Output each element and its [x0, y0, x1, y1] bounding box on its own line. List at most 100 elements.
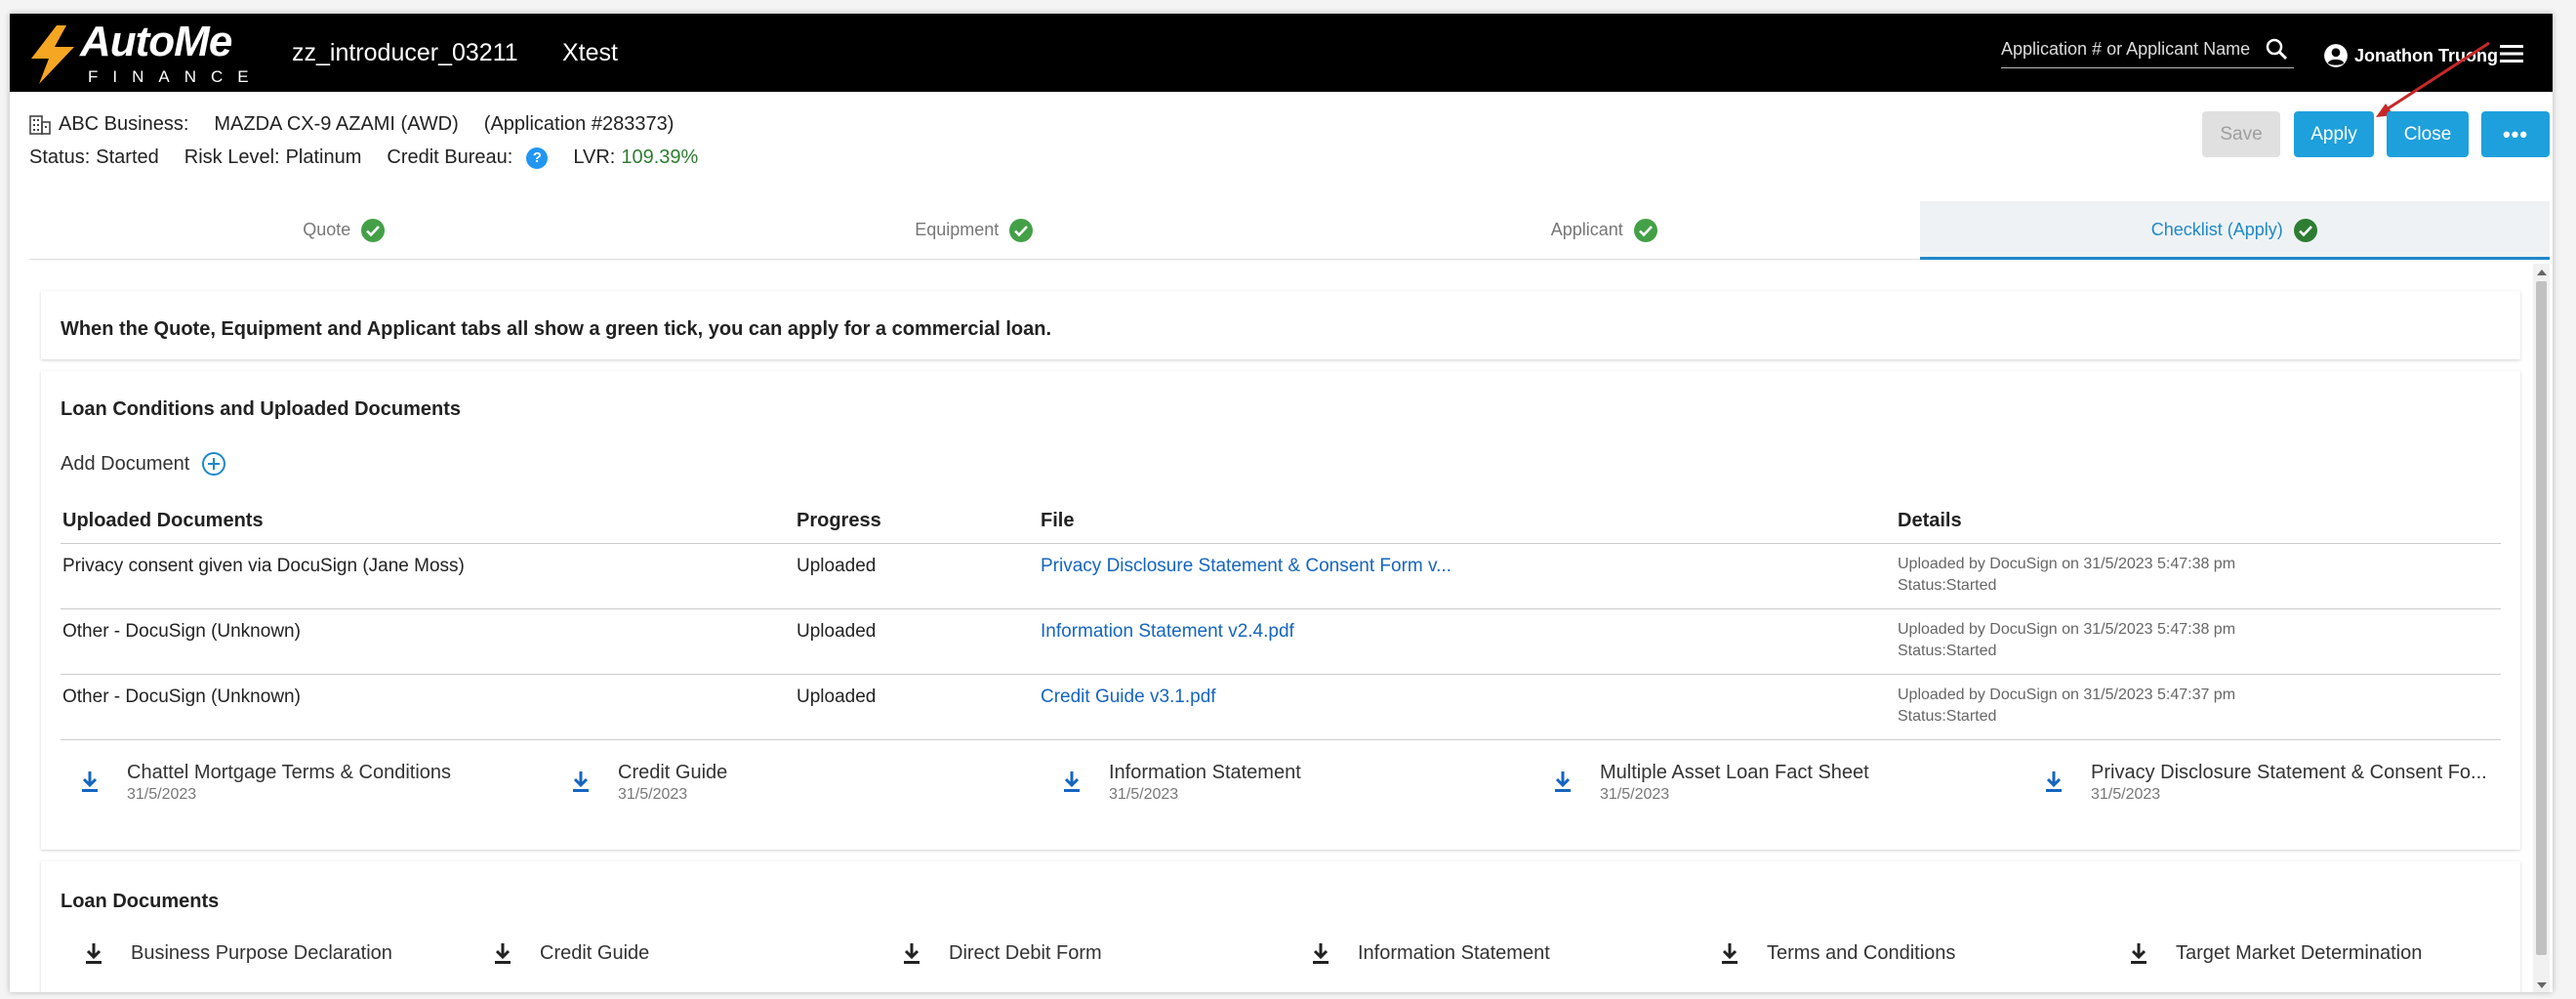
column-header: Progress: [795, 500, 1039, 544]
progress-cell: Uploaded: [795, 674, 1039, 740]
download-icon: [573, 771, 589, 792]
account-circle-icon: [2324, 44, 2348, 67]
column-header: Details: [1896, 500, 2501, 544]
download-icon: [1064, 771, 1080, 792]
search-input[interactable]: [2001, 39, 2257, 60]
check-circle-icon: [1633, 218, 1657, 242]
download-icon: [82, 771, 98, 792]
download-icon: [2131, 943, 2147, 964]
download-icon: [1313, 943, 1329, 964]
apply-button[interactable]: Apply: [2294, 111, 2374, 157]
document-download[interactable]: Information Statement 31/5/2023: [1062, 762, 1301, 804]
add-circle-icon: [202, 452, 226, 476]
section-title: Loan Conditions and Uploaded Documents: [61, 398, 461, 420]
upload-status: Status:Started: [1898, 642, 1997, 659]
introducer-code: zz_introducer_03211: [292, 39, 518, 66]
download-icon: [495, 943, 511, 964]
progress-cell: Uploaded: [795, 608, 1039, 675]
download-icon: [904, 943, 920, 964]
upload-detail: Uploaded by DocuSign on 31/5/2023 5:47:3…: [1898, 620, 2236, 638]
document-cell: Other - DocuSign (Unknown): [61, 674, 795, 740]
intro-card: When the Quote, Equipment and Applicant …: [41, 291, 2520, 359]
document-download[interactable]: Chattel Mortgage Terms & Conditions 31/5/…: [80, 762, 451, 804]
intro-text: When the Quote, Equipment and Applicant …: [61, 318, 1051, 340]
loan-document-download[interactable]: Terms and Conditions: [1720, 941, 1955, 965]
vertical-scrollbar[interactable]: [2533, 264, 2550, 992]
app-window: AutoMe FINANCE zz_introducer_03211 Xtest…: [10, 14, 2553, 992]
uploaded-documents-table: Uploaded Documents Progress File Details…: [61, 500, 2501, 740]
table-row: Other - DocuSign (Unknown) Uploaded Info…: [61, 608, 2501, 675]
loan-document-name: Information Statement: [1358, 941, 1550, 964]
close-button[interactable]: Close: [2387, 111, 2469, 157]
file-link[interactable]: Privacy Disclosure Statement & Consent F…: [1041, 556, 1452, 576]
column-header: Uploaded Documents: [61, 500, 795, 544]
upload-detail: Uploaded by DocuSign on 31/5/2023 5:47:3…: [1898, 555, 2236, 572]
document-name: Privacy Disclosure Statement & Consent F…: [2091, 762, 2487, 783]
business-building-icon: [29, 114, 51, 135]
lvr-value: 109.39%: [621, 146, 699, 168]
add-document-label: Add Document: [61, 452, 190, 475]
generated-documents: Chattel Mortgage Terms & Conditions 31/5/…: [80, 762, 2520, 820]
help-icon[interactable]: ?: [526, 146, 549, 169]
scroll-up-arrow-icon[interactable]: [2537, 270, 2547, 275]
tab-quote[interactable]: Quote: [29, 201, 660, 259]
company-name: Xtest: [562, 39, 618, 66]
progress-cell: Uploaded: [795, 543, 1039, 609]
loan-document-name: Business Purpose Declaration: [131, 941, 392, 964]
download-icon: [86, 943, 102, 964]
tab-label: Checklist (Apply): [2150, 220, 2283, 239]
check-circle-icon: [2293, 218, 2317, 242]
check-circle-icon: [1009, 218, 1034, 242]
file-link[interactable]: Information Statement v2.4.pdf: [1041, 621, 1294, 642]
scroll-down-arrow-icon[interactable]: [2537, 982, 2547, 988]
save-button[interactable]: Save: [2202, 111, 2280, 157]
document-date: 31/5/2023: [2091, 786, 2161, 803]
application-number: (Application #283373): [483, 113, 675, 135]
column-header: File: [1039, 500, 1896, 544]
document-download[interactable]: Privacy Disclosure Statement & Consent F…: [2044, 762, 2487, 804]
loan-document-name: Target Market Determination: [2176, 941, 2423, 964]
user-account[interactable]: Jonathon Truong: [2323, 41, 2498, 70]
tab-label: Equipment: [915, 220, 1000, 239]
tab-checklist-apply[interactable]: Checklist (Apply): [1919, 201, 2550, 260]
document-cell: Privacy consent given via DocuSign (Jane…: [61, 543, 795, 609]
download-icon: [1555, 771, 1571, 792]
file-link[interactable]: Credit Guide v3.1.pdf: [1041, 687, 1216, 707]
document-download[interactable]: Credit Guide 31/5/2023: [571, 762, 727, 804]
document-download[interactable]: Multiple Asset Loan Fact Sheet 31/5/2023: [1553, 762, 1869, 804]
upload-status: Status:Started: [1898, 707, 1997, 725]
risk-label: Risk Level:: [184, 146, 280, 168]
conditions-card: Loan Conditions and Uploaded Documents A…: [41, 371, 2520, 850]
loan-document-download[interactable]: Direct Debit Form: [902, 941, 1102, 965]
status-value: Started: [96, 146, 159, 168]
document-name: Information Statement: [1109, 762, 1301, 783]
document-date: 31/5/2023: [1600, 786, 1670, 803]
loan-document-download[interactable]: Credit Guide: [493, 941, 649, 965]
loan-document-download[interactable]: Business Purpose Declaration: [84, 941, 392, 965]
document-name: Chattel Mortgage Terms & Conditions: [127, 762, 452, 783]
download-icon: [1722, 943, 1738, 964]
automefinance-logo[interactable]: AutoMe FINANCE: [27, 18, 271, 86]
table-row: Privacy consent given via DocuSign (Jane…: [61, 543, 2501, 609]
business-label: ABC Business:: [59, 113, 189, 135]
document-date: 31/5/2023: [1109, 786, 1179, 803]
more-options-button[interactable]: •••: [2481, 111, 2550, 157]
table-header-row: Uploaded Documents Progress File Details: [61, 500, 2501, 544]
loan-document-download[interactable]: Target Market Determination: [2129, 941, 2422, 965]
add-document-button[interactable]: Add Document: [61, 451, 226, 477]
document-date: 31/5/2023: [618, 786, 688, 803]
tab-equipment[interactable]: Equipment: [660, 201, 1290, 259]
hamburger-menu-icon[interactable]: [2499, 43, 2524, 64]
top-navigation-bar: AutoMe FINANCE zz_introducer_03211 Xtest…: [10, 14, 2553, 92]
scrollbar-thumb[interactable]: [2536, 281, 2547, 955]
section-title: Loan Documents: [61, 891, 220, 912]
tab-applicant[interactable]: Applicant: [1289, 201, 1920, 259]
loan-document-download[interactable]: Information Statement: [1311, 941, 1550, 965]
search-icon[interactable]: [2265, 37, 2288, 61]
check-circle-icon: [361, 218, 386, 242]
credit-bureau-label: Credit Bureau:: [387, 146, 513, 168]
upload-status: Status:Started: [1898, 576, 1997, 594]
loan-document-name: Credit Guide: [540, 941, 650, 964]
lightning-bolt-icon: [31, 25, 74, 84]
tab-label: Applicant: [1550, 220, 1623, 239]
